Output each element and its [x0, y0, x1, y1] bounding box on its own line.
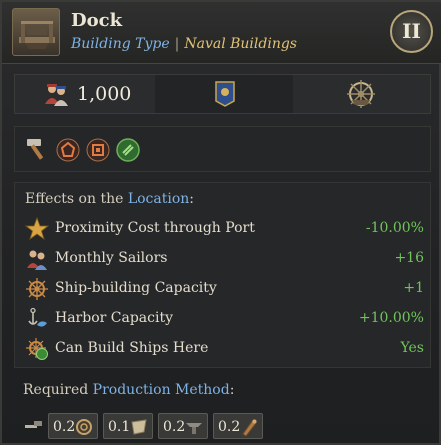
effect-value: +16: [394, 250, 424, 266]
effect-row: Monthly Sailors +16: [15, 244, 430, 274]
rope-icon: [76, 419, 92, 435]
input-chip[interactable]: 0.2: [213, 413, 263, 439]
effect-label: Monthly Sailors: [55, 250, 168, 266]
ship-cell[interactable]: [293, 75, 431, 113]
building-tooltip: Dock Building Type | Naval Buildings II 1,…: [0, 0, 441, 445]
anchor-icon: [28, 307, 47, 327]
location-link[interactable]: Location: [128, 191, 189, 207]
building-title: Dock: [71, 10, 123, 31]
dock-building-icon: [12, 8, 60, 56]
production-heading: Required Production Method:: [23, 382, 234, 398]
production-inputs: 0.2 0.1 0.2 0.2: [14, 412, 431, 442]
building-tags: [14, 126, 431, 172]
anchor-iron-icon: [186, 423, 202, 434]
subtitle-separator: |: [174, 36, 180, 52]
production-method-link[interactable]: Production Method: [93, 382, 230, 398]
effect-label: Ship-building Capacity: [55, 280, 217, 296]
effects-heading-colon: :: [189, 191, 195, 207]
input-amount: 0.2: [218, 419, 241, 435]
banner-icon: [215, 81, 235, 107]
sailors-cost: 1,000: [15, 75, 155, 113]
tooltip-header: Dock Building Type | Naval Buildings II: [2, 2, 441, 64]
effect-value: Yes: [400, 340, 425, 356]
building-subtitle: Building Type | Naval Buildings: [71, 36, 297, 52]
effects-heading-text: Effects on the: [25, 191, 128, 207]
cost-row: 1,000: [14, 74, 431, 114]
input-amount: 0.1: [108, 419, 131, 435]
hammer-icon[interactable]: [23, 136, 49, 162]
input-amount: 0.2: [163, 419, 186, 435]
effect-row: Ship-building Capacity +1: [15, 274, 430, 304]
effects-heading: Effects on the Location:: [25, 191, 194, 207]
input-chip[interactable]: 0.2: [48, 413, 98, 439]
ship-wheel-icon: [26, 278, 48, 300]
wood-icon: [242, 419, 257, 437]
effect-row: Proximity Cost through Port -10.00%: [15, 214, 430, 244]
ship-wheel-green-icon: [26, 338, 48, 360]
tools-icon[interactable]: [24, 418, 44, 434]
ship-wheel-icon: [347, 80, 375, 108]
effect-row: Can Build Ships Here Yes: [15, 334, 430, 364]
sailors-icon: [27, 250, 47, 270]
production-heading-colon: :: [229, 382, 235, 398]
effect-value: +1: [403, 280, 424, 296]
effect-value: -10.00%: [365, 220, 424, 236]
effect-label: Proximity Cost through Port: [55, 220, 255, 236]
production-heading-text: Required: [23, 382, 93, 398]
cloth-icon: [131, 419, 147, 435]
naval-banner-cell[interactable]: [155, 75, 293, 113]
sailors-icon: [45, 84, 68, 106]
effect-label: Harbor Capacity: [55, 310, 174, 326]
building-category[interactable]: Naval Buildings: [184, 36, 297, 52]
star-icon: [25, 217, 49, 241]
effect-label: Can Build Ships Here: [55, 340, 209, 356]
building-rank-badge: II: [390, 10, 433, 53]
input-amount: 0.2: [53, 419, 76, 435]
input-chip[interactable]: 0.2: [158, 413, 208, 439]
square-icon[interactable]: [86, 138, 110, 162]
effect-value: +10.00%: [358, 310, 424, 326]
building-type-link[interactable]: Building Type: [71, 36, 170, 52]
effects-section: Effects on the Location: Proximity Cost …: [14, 182, 431, 368]
pentagon-icon[interactable]: [56, 138, 80, 162]
effect-row: Harbor Capacity +10.00%: [15, 304, 430, 334]
green-badge-icon[interactable]: [116, 138, 140, 162]
input-chip[interactable]: 0.1: [103, 413, 153, 439]
sailors-cost-value: 1,000: [77, 83, 132, 105]
